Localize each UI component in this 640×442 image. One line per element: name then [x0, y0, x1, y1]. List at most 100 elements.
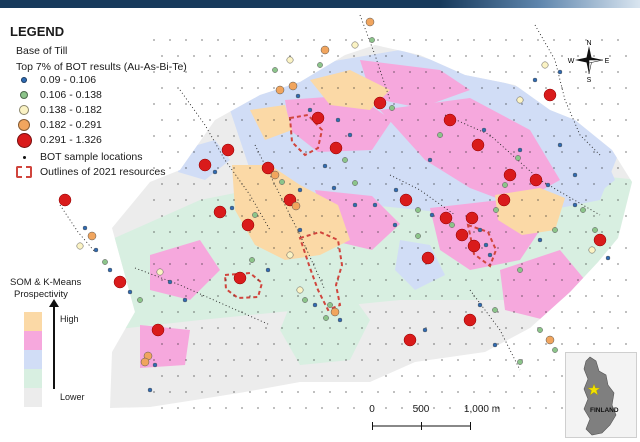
- sample-location-dot: [441, 263, 443, 265]
- sample-location-dot: [209, 375, 211, 377]
- sample-location-dot: [489, 71, 491, 73]
- sample-location-dot: [257, 119, 259, 121]
- sample-location-dot: [385, 407, 387, 409]
- sample-location-dot: [313, 199, 315, 201]
- sample-location-dot: [505, 71, 507, 73]
- sample-location-dot: [529, 151, 531, 153]
- sample-location-dot: [417, 343, 419, 345]
- sample-location-dot: [297, 135, 299, 137]
- sample-location-dot: [425, 167, 427, 169]
- sample-location-dot: [585, 231, 587, 233]
- bot-sample-point: [515, 155, 521, 161]
- sample-location-dot: [337, 55, 339, 57]
- sample-location-dot: [305, 55, 307, 57]
- bot-sample-point: [93, 247, 99, 253]
- sample-location-dot: [233, 263, 235, 265]
- bot-sample-point: [373, 96, 387, 110]
- legend-base-layer: Base of Till: [16, 45, 68, 57]
- sample-location-dot: [249, 167, 251, 169]
- sample-location-dot: [249, 39, 251, 41]
- sample-location-dot: [321, 55, 323, 57]
- bot-sample-point: [497, 193, 511, 207]
- sample-location-dot: [505, 103, 507, 105]
- sample-location-dot: [609, 247, 611, 249]
- sample-location-dot: [409, 103, 411, 105]
- sample-location-dot: [217, 231, 219, 233]
- sample-location-dot: [473, 167, 475, 169]
- sample-location-dot: [297, 359, 299, 361]
- sample-location-dot: [457, 359, 459, 361]
- sample-location-dot: [249, 263, 251, 265]
- sample-location-dot: [273, 279, 275, 281]
- sample-location-dot: [329, 359, 331, 361]
- sample-location-dot: [473, 39, 475, 41]
- sample-location-dot: [521, 135, 523, 137]
- sample-location-dot: [249, 231, 251, 233]
- sample-location-dot: [529, 55, 531, 57]
- sample-location-dot: [329, 71, 331, 73]
- sample-location-dot: [529, 407, 531, 409]
- bot-sample-point: [252, 212, 258, 218]
- bot-sample-point: [229, 205, 235, 211]
- sample-location-dot: [177, 279, 179, 281]
- bot-sample-point: [529, 173, 543, 187]
- sample-location-dot: [481, 119, 483, 121]
- bot-sample-point: [588, 246, 596, 254]
- sample-location-dot: [225, 247, 227, 249]
- bot-sample-point: [213, 205, 227, 219]
- sample-location-dot: [281, 167, 283, 169]
- sample-location-dot: [209, 183, 211, 185]
- sample-location-dot: [489, 199, 491, 201]
- sample-location-dot: [377, 39, 379, 41]
- sample-location-dot: [425, 103, 427, 105]
- sample-location-dot: [313, 39, 315, 41]
- sample-location-dot: [617, 295, 619, 297]
- sample-location-dot: [209, 247, 211, 249]
- sample-location-dot: [529, 279, 531, 281]
- sample-location-dot: [393, 71, 395, 73]
- sample-location-dot: [257, 151, 259, 153]
- sample-location-dot: [625, 183, 627, 185]
- sample-location-dot: [625, 55, 627, 57]
- sample-location-dot: [569, 135, 571, 137]
- sample-location-dot: [473, 231, 475, 233]
- sample-location-dot: [393, 167, 395, 169]
- sample-location-dot: [201, 39, 203, 41]
- sample-location-dot: [561, 151, 563, 153]
- bot-sample-point: [198, 158, 212, 172]
- sample-location-dot: [217, 391, 219, 393]
- sample-location-dot: [513, 151, 515, 153]
- sample-location-dot: [617, 231, 619, 233]
- sample-location-dot: [377, 327, 379, 329]
- sample-location-dot: [361, 167, 363, 169]
- sample-location-dot: [297, 327, 299, 329]
- bot-sample-point: [392, 222, 398, 228]
- sample-location-dot: [385, 247, 387, 249]
- bot-sample-point: [517, 147, 523, 153]
- bot-sample-point: [429, 212, 435, 218]
- sample-location-dot: [393, 263, 395, 265]
- sample-location-dot: [417, 119, 419, 121]
- sample-location-dot: [377, 391, 379, 393]
- ramp-class-2: [24, 331, 42, 350]
- sample-location-dot: [401, 311, 403, 313]
- sample-location-dot: [329, 231, 331, 233]
- sample-location-dot: [569, 295, 571, 297]
- sample-location-dot: [425, 231, 427, 233]
- sample-location-dot: [577, 343, 579, 345]
- sample-location-dot: [265, 199, 267, 201]
- sample-location-dot: [217, 39, 219, 41]
- sample-location-dot: [265, 327, 267, 329]
- bot-sample-point: [455, 228, 469, 242]
- sample-location-dot: [297, 71, 299, 73]
- sample-location-dot: [401, 279, 403, 281]
- sample-location-dot: [465, 311, 467, 313]
- sample-location-dot: [249, 391, 251, 393]
- sample-location-dot: [457, 295, 459, 297]
- sample-location-dot: [625, 247, 627, 249]
- sample-location-dot: [521, 103, 523, 105]
- ramp-class-1: [24, 312, 42, 331]
- sample-location-dot: [345, 71, 347, 73]
- sample-location-dot: [537, 359, 539, 361]
- sample-location-dot: [313, 167, 315, 169]
